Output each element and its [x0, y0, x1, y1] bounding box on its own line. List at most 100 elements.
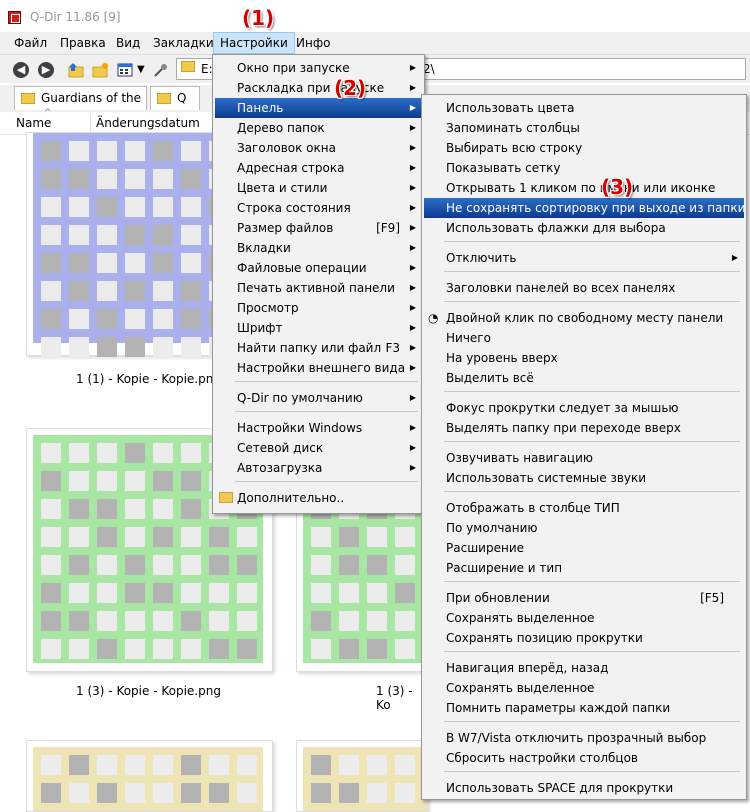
panel-menu-item[interactable]: Показывать сетку	[424, 158, 744, 178]
menu-item-label: Открывать 1 кликом по имени или иконке	[446, 181, 716, 195]
settings-menu-item[interactable]: Размер файлов [F9] ▶	[215, 218, 422, 238]
panel-menu-item[interactable]: Выделять папку при переходе вверх	[424, 418, 744, 438]
grid-cell	[237, 527, 257, 547]
forward-icon[interactable]: ▶	[38, 62, 54, 78]
menu-edit[interactable]: Правка	[54, 32, 112, 54]
new-folder-icon[interactable]	[91, 61, 109, 79]
settings-menu-item[interactable]: Окно при запуске ▶	[215, 58, 422, 78]
settings-menu-item[interactable]: Автозагрузка ▶	[215, 458, 422, 478]
panel-menu-item[interactable]: При обновлении [F5]	[424, 588, 744, 608]
menu-file[interactable]: Файл	[8, 32, 53, 54]
submenu-arrow-icon: ▶	[409, 463, 416, 472]
grid-cell	[367, 783, 387, 803]
settings-menu-item[interactable]: Адресная строка ▶	[215, 158, 422, 178]
menu-settings[interactable]: Настройки	[213, 32, 295, 54]
settings-menu-item[interactable]: Раскладка при запуске ▶	[215, 78, 422, 98]
panel-menu-item[interactable]: Сохранять выделенное	[424, 678, 744, 698]
menu-item-label: Найти папку или файл	[237, 341, 382, 355]
tab-guardians[interactable]: Guardians of the ...	[14, 86, 147, 127]
panel-menu-item[interactable]: Открывать 1 кликом по имени или иконке	[424, 178, 744, 198]
panel-menu-item[interactable]: Выделить всё	[424, 368, 744, 388]
mouse-icon: ◔	[428, 311, 439, 325]
panel-menu-item[interactable]: Ничего	[424, 328, 744, 348]
panel-menu-item[interactable]: Озвучивать навигацию	[424, 448, 744, 468]
panel-menu-item[interactable]: Расширение и тип	[424, 558, 744, 578]
settings-menu-item[interactable]: Файловые операции ▶	[215, 258, 422, 278]
settings-menu-item[interactable]: Цвета и стили ▶	[215, 178, 422, 198]
panel-menu-item[interactable]: Использовать системные звуки	[424, 468, 744, 488]
column-name[interactable]: Name	[16, 116, 51, 130]
panel-menu-item[interactable]: Выбирать всю строку	[424, 138, 744, 158]
grid-cell	[41, 337, 61, 357]
up-folder-icon[interactable]	[67, 61, 85, 79]
submenu-arrow-icon: ▶	[409, 83, 416, 92]
grid-cell	[367, 755, 387, 775]
settings-menu-item[interactable]: Настройки Windows ▶	[215, 418, 422, 438]
panel-menu-item[interactable]: ◔ Двойной клик по свободному месту панели	[424, 308, 744, 328]
panel-menu-item[interactable]: Помнить параметры каждой папки	[424, 698, 744, 718]
panel-menu-item[interactable]: Отключить ▶	[424, 248, 744, 268]
panel-menu-item[interactable]: Отображать в столбце ТИП	[424, 498, 744, 518]
submenu-arrow-icon: ▶	[409, 243, 416, 252]
panel-menu-item[interactable]: По умолчанию	[424, 518, 744, 538]
settings-menu-item[interactable]: Просмотр ▶	[215, 298, 422, 318]
panel-menu-item[interactable]: Сохранять позицию прокрутки	[424, 628, 744, 648]
grid-cell	[125, 783, 145, 803]
panel-menu-item[interactable]: На уровень вверх	[424, 348, 744, 368]
settings-menu-item[interactable]: Найти папку или файл F3 ▶	[215, 338, 422, 358]
grid-cell	[153, 197, 173, 217]
menu-item-label: Показывать сетку	[446, 161, 561, 175]
settings-menu-item[interactable]: Панель ▶	[215, 98, 422, 118]
settings-menu-item[interactable]: Заголовок окна ▶	[215, 138, 422, 158]
settings-menu-item[interactable]: Вкладки ▶	[215, 238, 422, 258]
back-icon[interactable]: ◀	[13, 62, 29, 78]
menu-item-label: Сохранять выделенное	[446, 681, 595, 695]
settings-menu-item[interactable]: Настройки внешнего вида ▶	[215, 358, 422, 378]
panel-menu-item[interactable]: Не сохранять сортировку при выходе из па…	[424, 198, 745, 218]
menu-info[interactable]: Инфо	[290, 32, 336, 54]
panel-menu-item[interactable]: Запоминать столбцы	[424, 118, 744, 138]
settings-menu-item[interactable]: Сетевой диск ▶	[215, 438, 422, 458]
grid-cell	[125, 337, 145, 357]
thumbnail[interactable]	[26, 740, 273, 812]
grid-cell	[97, 197, 117, 217]
callout-2: (2)	[334, 76, 367, 100]
menu-item-label: Шрифт	[237, 321, 283, 335]
thumbnail-image	[33, 747, 263, 811]
settings-menu-item[interactable]: Строка состояния ▶	[215, 198, 422, 218]
panel-menu-item[interactable]: Сохранять выделенное	[424, 608, 744, 628]
grid-cell	[209, 611, 229, 631]
tab-q[interactable]: Q	[150, 86, 200, 110]
panel-menu-item[interactable]: Расширение	[424, 538, 744, 558]
menu-item-shortcut: [F5]	[700, 591, 724, 605]
column-date[interactable]: Änderungsdatum	[96, 116, 200, 130]
menu-bookmarks[interactable]: Закладки	[147, 32, 220, 54]
panel-menu-item[interactable]: Использовать цвета	[424, 98, 744, 118]
menu-separator	[444, 301, 740, 302]
settings-menu-item[interactable]: Q-Dir по умолчанию ▶	[215, 388, 422, 408]
grid-cell	[339, 639, 359, 659]
panel-menu-item[interactable]: Сбросить настройки столбцов	[424, 748, 744, 768]
panel-menu-item[interactable]: Навигация вперёд, назад	[424, 658, 744, 678]
grid-cell	[153, 639, 173, 659]
settings-menu-item[interactable]: Печать активной панели ▶	[215, 278, 422, 298]
menu-item-label: Помнить параметры каждой папки	[446, 701, 671, 715]
grid-cell	[41, 471, 61, 491]
grid-cell	[339, 555, 359, 575]
panel-menu-item[interactable]: Использовать флажки для выбора	[424, 218, 744, 238]
view-mode-icon[interactable]	[116, 61, 134, 79]
menu-item-label: Просмотр	[237, 301, 299, 315]
tools-icon[interactable]	[152, 61, 170, 79]
thumbnail[interactable]	[296, 740, 428, 812]
panel-menu-item[interactable]: Фокус прокрутки следует за мышью	[424, 398, 744, 418]
panel-menu-item[interactable]: Заголовки панелей во всех панелях	[424, 278, 744, 298]
grid-cell	[125, 527, 145, 547]
panel-menu-item[interactable]: В W7/Vista отключить прозрачный выбор	[424, 728, 744, 748]
settings-menu-item[interactable]: Дерево папок ▶	[215, 118, 422, 138]
settings-menu-item[interactable]: Шрифт ▶	[215, 318, 422, 338]
menu-view[interactable]: Вид	[110, 32, 146, 54]
menu-item-label: Отображать в столбце ТИП	[446, 501, 620, 515]
menu-item-label: Q-Dir по умолчанию	[237, 391, 363, 405]
panel-menu-item[interactable]: Использовать SPACE для прокрутки	[424, 778, 744, 798]
settings-menu-item[interactable]: Дополнительно..	[215, 488, 422, 508]
